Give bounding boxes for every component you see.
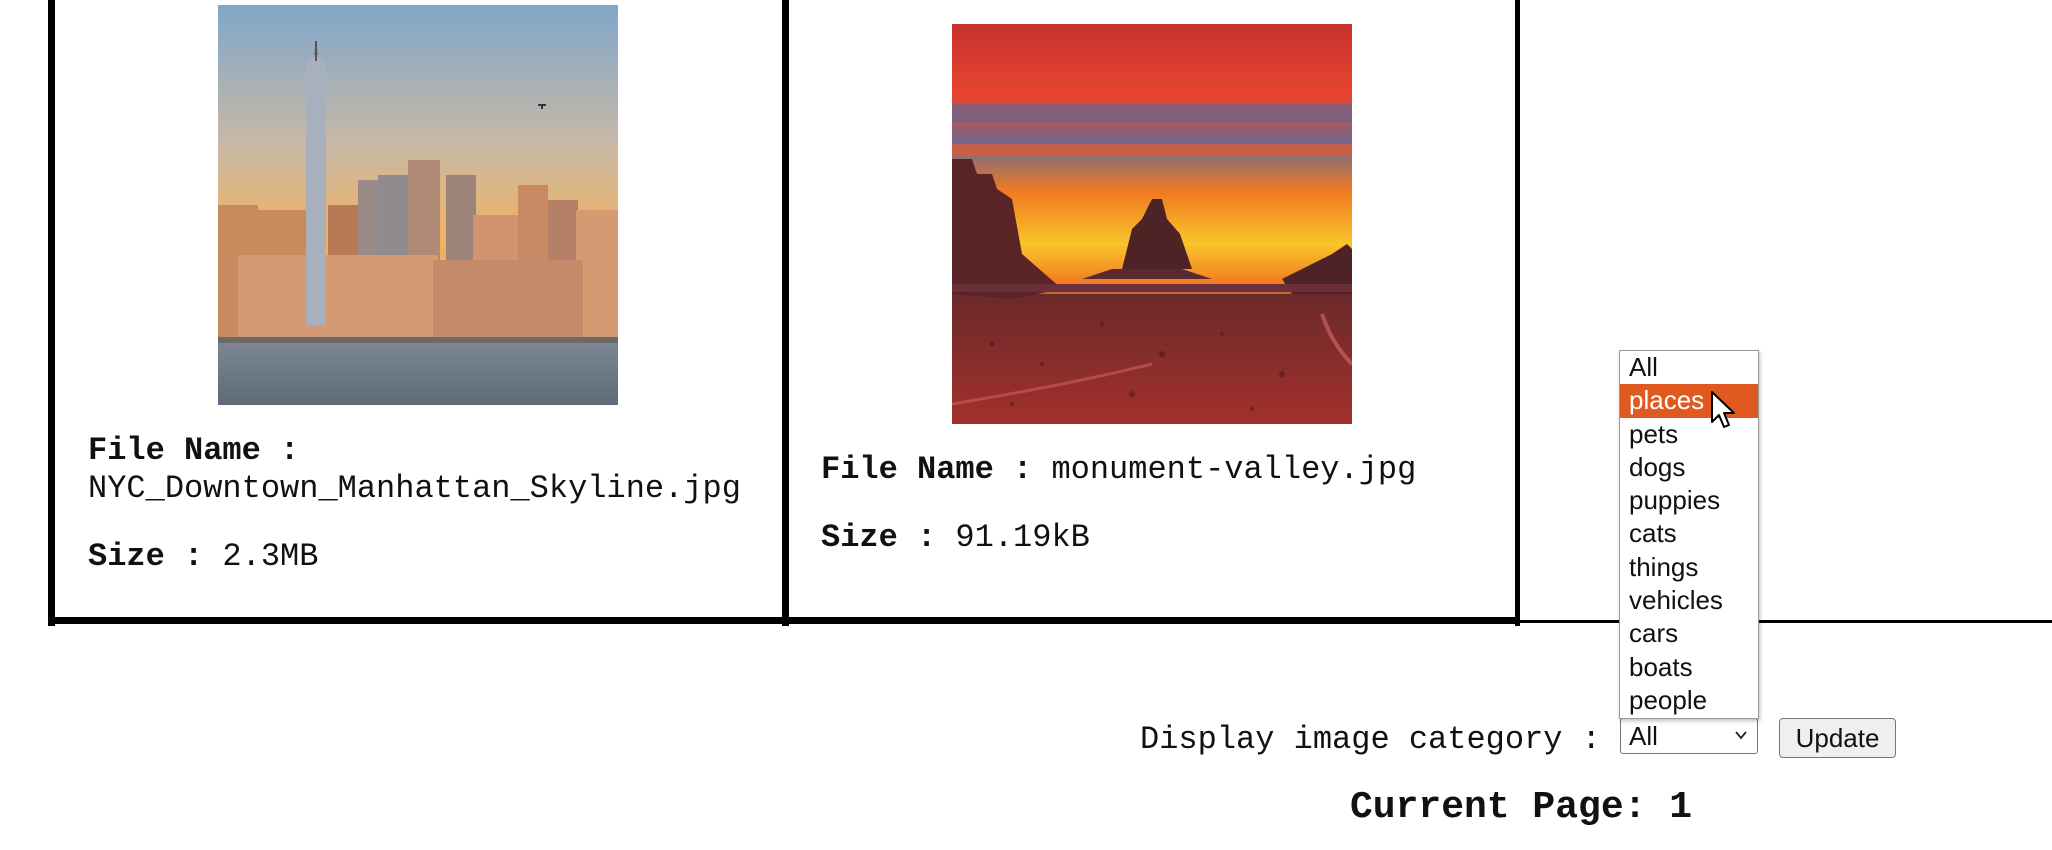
monument-valley-image[interactable] bbox=[952, 24, 1352, 424]
dropdown-option-dogs[interactable]: dogs bbox=[1620, 451, 1758, 484]
dropdown-option-all[interactable]: All bbox=[1620, 351, 1758, 384]
file-name-label: File Name : bbox=[821, 451, 1033, 488]
update-button[interactable]: Update bbox=[1779, 718, 1896, 758]
current-page-indicator: Current Page: 1 bbox=[1350, 786, 1693, 829]
size-value: 2.3MB bbox=[222, 538, 319, 575]
item-2-file-name: File Name : monument-valley.jpg bbox=[821, 451, 1416, 489]
dropdown-option-pets[interactable]: pets bbox=[1620, 418, 1758, 451]
dropdown-option-vehicles[interactable]: vehicles bbox=[1620, 584, 1758, 617]
item-1-file-name-value: NYC_Downtown_Manhattan_Skyline.jpg bbox=[88, 470, 741, 507]
dropdown-option-puppies[interactable]: puppies bbox=[1620, 484, 1758, 517]
table-border-left bbox=[48, 0, 55, 626]
size-label: Size : bbox=[821, 519, 937, 556]
category-filter-label: Display image category : bbox=[1140, 720, 1601, 758]
size-label: Size : bbox=[88, 538, 204, 575]
file-name-value: monument-valley.jpg bbox=[1051, 451, 1417, 488]
mouse-pointer-icon bbox=[1711, 391, 1735, 428]
dropdown-option-cats[interactable]: cats bbox=[1620, 517, 1758, 550]
dropdown-option-cars[interactable]: cars bbox=[1620, 617, 1758, 650]
category-dropdown-list[interactable]: All places pets dogs puppies cats things… bbox=[1619, 350, 1759, 719]
item-2-size: Size : 91.19kB bbox=[821, 519, 1090, 557]
dropdown-option-boats[interactable]: boats bbox=[1620, 651, 1758, 684]
size-value: 91.19kB bbox=[955, 519, 1090, 556]
manhattan-skyline-image[interactable] bbox=[218, 5, 618, 405]
item-1-size: Size : 2.3MB bbox=[88, 538, 318, 576]
table-border-bottom bbox=[48, 617, 1516, 624]
category-select[interactable]: All bbox=[1620, 718, 1758, 754]
dropdown-option-things[interactable]: things bbox=[1620, 551, 1758, 584]
dropdown-option-people[interactable]: people bbox=[1620, 684, 1758, 717]
table-border-divider-1 bbox=[782, 0, 789, 626]
category-filter: Display image category : bbox=[1140, 719, 1601, 759]
chevron-down-icon bbox=[1735, 731, 1747, 740]
item-1-file-name: File Name : bbox=[88, 432, 299, 470]
table-border-divider-2 bbox=[1515, 0, 1520, 626]
table-border-bottom-right bbox=[1516, 620, 2052, 623]
category-select-value: All bbox=[1629, 720, 1658, 751]
dropdown-option-places[interactable]: places bbox=[1620, 384, 1758, 418]
file-name-label: File Name : bbox=[88, 432, 300, 469]
